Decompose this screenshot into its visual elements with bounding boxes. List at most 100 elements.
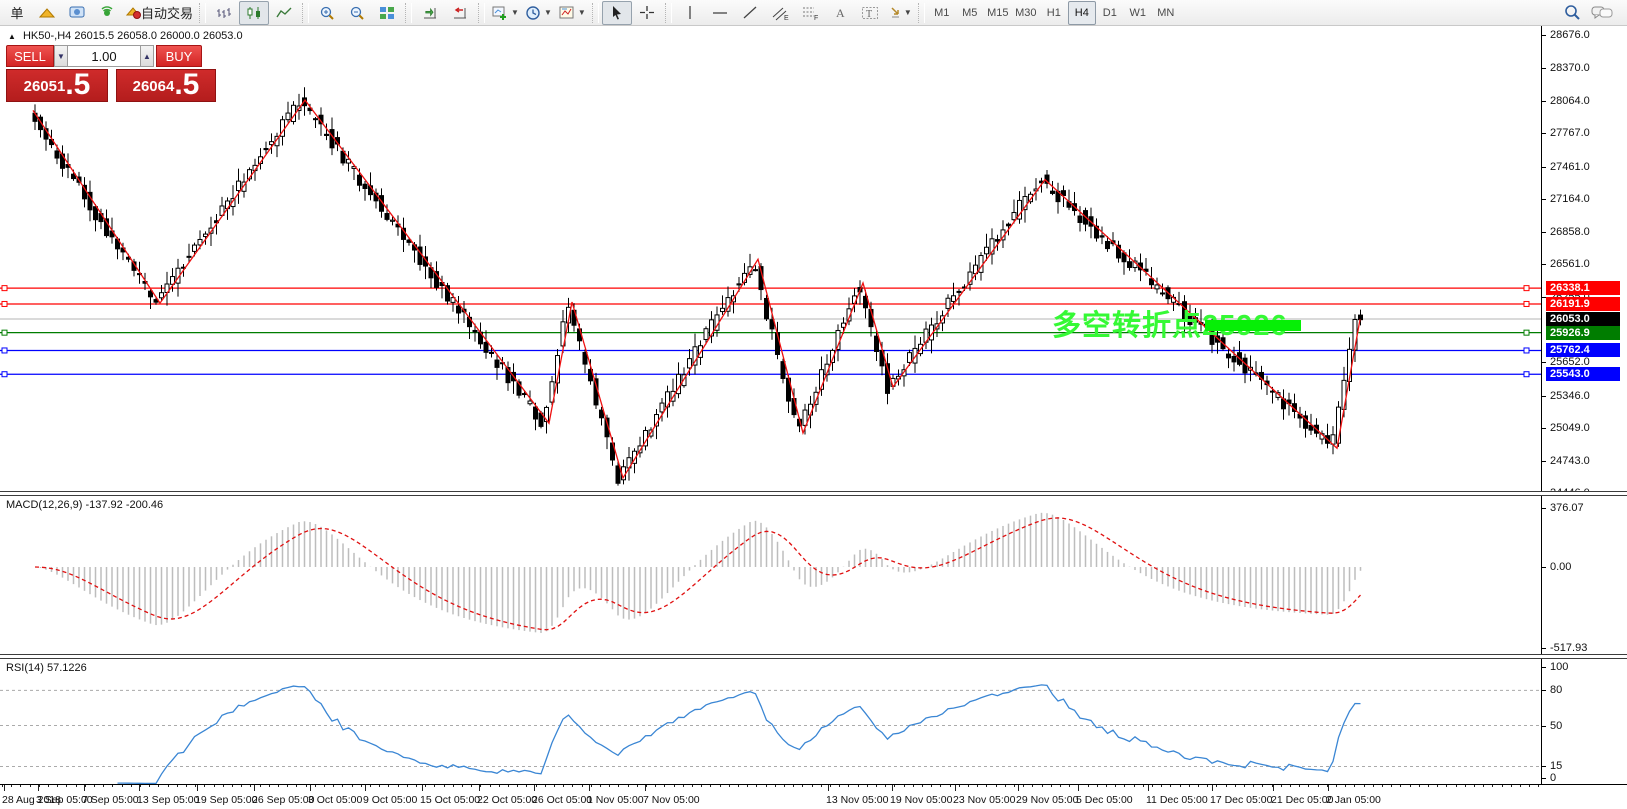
buy-price[interactable]: 26064.5 [116, 69, 216, 102]
time-major-tick [479, 785, 480, 791]
time-major-tick [892, 785, 893, 791]
volume-input[interactable] [68, 45, 140, 67]
search-icon[interactable] [1557, 1, 1587, 25]
timeframe-M15[interactable]: M15 [984, 1, 1012, 25]
price-axis: 28676.0 28370.0 28064.0 27767.0 27461.0 27164… [1541, 26, 1627, 492]
axis-tick [1542, 460, 1546, 462]
chart-shift-icon[interactable] [445, 1, 475, 25]
hline-handle[interactable] [1, 347, 8, 354]
time-minor-tick [1124, 785, 1126, 787]
zoom-in-icon[interactable] [312, 1, 342, 25]
timeframe-H4[interactable]: H4 [1067, 0, 1096, 25]
time-minor-tick [103, 785, 105, 787]
candle-body [1006, 223, 1011, 227]
zigzag-line[interactable] [32, 98, 1361, 480]
time-minor-tick [627, 785, 629, 787]
panel-splitter[interactable] [0, 491, 1627, 496]
auto-scroll-icon[interactable] [415, 1, 445, 25]
candle-body [1011, 212, 1017, 221]
text-tool[interactable]: A [825, 1, 855, 25]
svg-text:F: F [814, 15, 818, 21]
hline-handle[interactable] [1, 285, 8, 292]
time-minor-tick [1106, 785, 1107, 787]
date-label: 19 Nov 05:00 [890, 794, 953, 806]
horizontal-line-tool[interactable] [705, 1, 735, 25]
autotrading-icon [125, 7, 141, 19]
hline-handle[interactable] [1, 300, 8, 307]
timeframe-D1[interactable]: D1 [1096, 1, 1124, 25]
add-indicator-button[interactable]: ▼ [488, 1, 522, 25]
timeframe-M5[interactable]: M5 [956, 1, 984, 25]
arrows-tool[interactable]: ▼ [885, 1, 915, 25]
line-chart-icon[interactable] [269, 1, 299, 25]
volume-up-button[interactable]: ▲ [140, 45, 154, 67]
cursor-tool[interactable] [601, 0, 632, 25]
panel-splitter[interactable] [0, 654, 1627, 659]
autotrading-button[interactable]: 自动交易 [122, 1, 196, 25]
candle-body [1099, 235, 1105, 238]
crosshair-tool[interactable] [632, 1, 662, 25]
time-minor-tick [222, 785, 224, 787]
trendline-tool[interactable] [735, 1, 765, 25]
timeframe-W1[interactable]: W1 [1124, 1, 1152, 25]
new-order-button[interactable]: 单 [2, 1, 32, 25]
rsi-panel[interactable]: RSI(14) 57.1226 [0, 659, 1541, 784]
green-highlight-bar[interactable] [1205, 320, 1301, 331]
periods-button[interactable]: ▼ [522, 1, 555, 25]
hline-handle[interactable] [1523, 300, 1530, 307]
candle-body [984, 246, 989, 255]
time-minor-tick [903, 785, 905, 787]
time-minor-tick [820, 785, 822, 787]
candle-body [703, 328, 709, 340]
axis-tick-label: 15 [1550, 760, 1563, 773]
signals-icon[interactable] [92, 1, 122, 25]
timeframe-M1[interactable]: M1 [928, 1, 956, 25]
timeframe-MN[interactable]: MN [1152, 1, 1180, 25]
hline-handle[interactable] [1523, 285, 1530, 292]
macd-panel[interactable]: MACD(12,26,9) -137.92 -200.46 [0, 496, 1541, 654]
buy-button[interactable]: BUY [156, 45, 202, 67]
hline-handle[interactable] [1523, 347, 1530, 354]
time-minor-tick [995, 785, 997, 787]
hline-handle[interactable] [1, 329, 8, 336]
candle-body [192, 244, 197, 252]
templates-button[interactable]: ▼ [555, 1, 589, 25]
main-chart[interactable]: ▲ HK50-,H4 26015.5 26058.0 26000.0 26053… [0, 26, 1541, 492]
candle-body [527, 400, 533, 405]
sell-price[interactable]: 26051.5 [6, 69, 108, 102]
timeframe-H1[interactable]: H1 [1040, 1, 1068, 25]
candle-body [1127, 261, 1132, 268]
time-minor-tick [554, 785, 555, 787]
toolbar-separator [917, 2, 925, 23]
time-minor-tick [885, 785, 887, 787]
candle-body [324, 133, 329, 136]
time-major-tick [197, 785, 198, 791]
channel-tool[interactable]: E [765, 1, 795, 25]
timeframe-M30[interactable]: M30 [1012, 1, 1040, 25]
candlestick-chart-icon[interactable] [239, 0, 270, 25]
time-minor-tick [728, 785, 730, 787]
time-minor-tick [370, 785, 371, 787]
candle-body [285, 112, 291, 121]
zoom-out-icon[interactable] [342, 1, 372, 25]
order-book-icon[interactable] [32, 1, 62, 25]
community-chat-icon[interactable] [1587, 1, 1617, 25]
terminal-icon[interactable] [62, 1, 92, 25]
volume-down-button[interactable]: ▼ [54, 45, 68, 67]
toolbar-separator [664, 2, 672, 23]
hline-handle[interactable] [1, 371, 8, 378]
hline-handle[interactable] [1523, 329, 1530, 336]
candle-body [390, 219, 395, 222]
time-minor-tick [176, 785, 178, 787]
time-minor-tick [756, 785, 758, 787]
tile-windows-icon[interactable] [372, 1, 402, 25]
text-label-tool[interactable]: T [855, 1, 885, 25]
vertical-line-tool[interactable] [675, 1, 705, 25]
fibonacci-tool[interactable]: F [795, 1, 825, 25]
time-minor-tick [894, 785, 896, 787]
candle-body [956, 290, 962, 293]
hline-handle[interactable] [1523, 371, 1530, 378]
time-minor-tick [1520, 785, 1521, 787]
bar-chart-icon[interactable] [209, 1, 239, 25]
sell-button[interactable]: SELL [6, 45, 54, 67]
